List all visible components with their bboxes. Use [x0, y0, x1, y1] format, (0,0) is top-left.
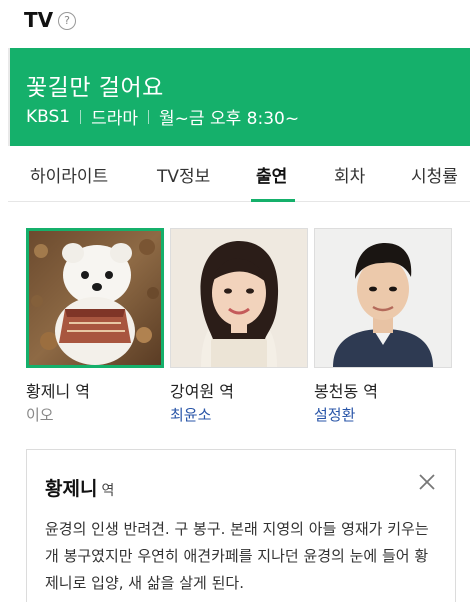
top-bar: TV ? — [0, 0, 470, 44]
program-meta: KBS1 드라마 월~금 오후 8:30~ — [26, 104, 300, 130]
close-icon[interactable] — [417, 472, 437, 492]
section-title: TV — [24, 8, 54, 32]
tab-highlight[interactable]: 하이라이트 — [30, 162, 108, 187]
help-icon[interactable]: ? — [58, 12, 76, 30]
program-title[interactable]: 꽃길만 걸어요 — [26, 68, 164, 102]
character-description: 윤경의 인생 반려견. 구 봉구. 본래 지영의 아들 영재가 키우는 개 봉구… — [45, 520, 429, 592]
close-icon-glyph — [419, 474, 435, 490]
actor-photo-image — [315, 229, 451, 367]
divider — [148, 109, 150, 124]
tab-cast[interactable]: 출연 — [256, 162, 287, 187]
program-header: 꽃길만 걸어요 KBS1 드라마 월~금 오후 8:30~ — [8, 48, 470, 146]
schedule-label: 월~금 오후 8:30~ — [159, 109, 300, 129]
active-tab-indicator — [251, 199, 295, 202]
tab-episodes[interactable]: 회차 — [334, 162, 365, 187]
divider — [80, 109, 82, 124]
cast-card[interactable]: 황제니 역 이오 — [26, 228, 164, 424]
cast-photo-actor[interactable] — [314, 228, 452, 368]
tab-tv-info[interactable]: TV정보 — [157, 162, 210, 187]
cast-role[interactable]: 황제니 역 — [26, 378, 90, 402]
character-detail-card: 황제니 역 윤경의 인생 반려견. 구 봉구. 본래 지영의 아들 영재가 키우는… — [26, 449, 456, 602]
cast-photo-actress[interactable] — [170, 228, 308, 368]
genre-label: 드라마 — [91, 109, 139, 129]
cast-actor-link[interactable]: 최윤소 — [170, 404, 211, 425]
cast-photo-dog[interactable] — [26, 228, 164, 368]
actress-photo-image — [171, 229, 307, 367]
character-name-text: 황제니 — [45, 478, 98, 500]
dog-photo-image — [29, 231, 161, 365]
tab-ratings[interactable]: 시청률 — [411, 162, 458, 187]
cast-role[interactable]: 봉천동 역 — [314, 378, 378, 402]
cast-actor-link[interactable]: 설정환 — [314, 404, 355, 425]
cast-card[interactable]: 강여원 역 최윤소 — [170, 228, 308, 424]
tab-bar: 하이라이트 TV정보 출연 회차 시청률 — [8, 146, 470, 202]
character-suffix: 역 — [101, 483, 115, 499]
cast-card[interactable]: 봉천동 역 설정환 — [314, 228, 452, 424]
channel-label: KBS1 — [26, 106, 71, 127]
cast-actor: 이오 — [26, 406, 54, 424]
cast-role[interactable]: 강여원 역 — [170, 378, 234, 402]
character-name: 황제니 역 — [45, 474, 114, 501]
